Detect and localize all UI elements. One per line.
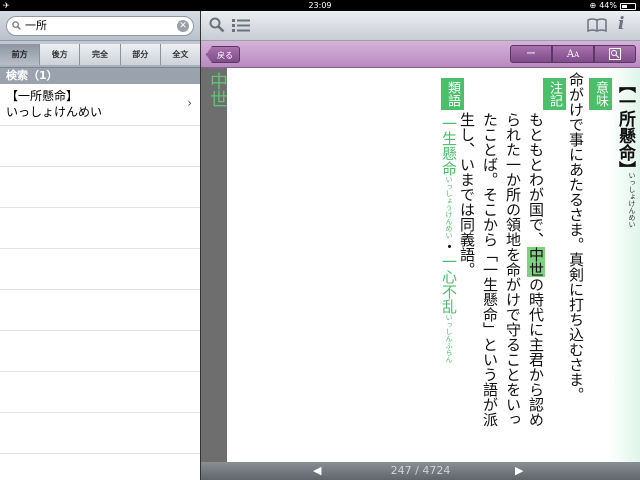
- headword-reading: いっしょけんめい: [628, 172, 636, 228]
- back-button[interactable]: 戻る: [206, 46, 240, 63]
- segment-0[interactable]: 前方: [0, 44, 41, 65]
- prev-page-icon[interactable]: ◀: [313, 462, 321, 480]
- search-value: 一所: [25, 19, 47, 32]
- font-size-icon: AA: [566, 49, 580, 60]
- empty-row: [0, 372, 200, 413]
- results-header: 検索（1）: [0, 68, 200, 84]
- status-bar: ✈ 23:09 ⊕ 44%: [0, 0, 640, 11]
- related-label: 類語: [441, 78, 464, 110]
- chevron-right-icon: ›: [187, 96, 192, 110]
- segment-4[interactable]: 全文: [160, 44, 200, 65]
- rotation-lock-icon: ⊕: [589, 1, 597, 10]
- status-time: 23:09: [308, 1, 332, 10]
- book-icon[interactable]: [587, 18, 607, 32]
- info-icon[interactable]: i: [618, 14, 624, 34]
- list-icon[interactable]: [232, 18, 250, 32]
- related-separator: ・: [440, 239, 458, 254]
- note-text: もともとわが国で、中世の時代に主君から認められた一か所の領地を命がけで守ることを…: [458, 112, 545, 427]
- zoom-icon: [609, 48, 621, 60]
- empty-row: [0, 290, 200, 331]
- side-word[interactable]: 中世: [204, 72, 230, 108]
- segment-3[interactable]: 部分: [120, 44, 161, 65]
- meaning-text: 命がけで事にあたるさま。真剣に打ち込むさま。: [567, 72, 585, 402]
- search-icon[interactable]: [209, 17, 225, 33]
- result-reading: いっしょけんめい: [6, 105, 103, 119]
- empty-row: [0, 454, 200, 480]
- page-indicator: 247 / 4724: [390, 464, 451, 477]
- empty-row: [0, 331, 200, 372]
- result-item[interactable]: 【一所懸命】 いっしょけんめい ›: [0, 84, 200, 126]
- battery-icon: [620, 3, 636, 10]
- search-bar: 一所 ✕: [0, 11, 200, 41]
- related-word-2-reading: いっしんふらん: [445, 314, 453, 363]
- empty-row: [0, 249, 200, 290]
- next-page-icon[interactable]: ▶: [515, 462, 523, 480]
- related-word-1[interactable]: 一生懸命: [440, 116, 458, 176]
- clear-icon[interactable]: ✕: [177, 20, 189, 32]
- empty-row: [0, 167, 200, 208]
- search-input[interactable]: 一所 ✕: [6, 16, 194, 36]
- related-word-2[interactable]: 一心不乱: [440, 254, 458, 314]
- font-size-button[interactable]: AA: [552, 45, 594, 63]
- empty-row: [0, 413, 200, 454]
- search-pane: 一所 ✕ 前方 後方 完全 部分 全文 検索（1） 【一所懸命】 いっしょけんめい ›: [0, 11, 200, 480]
- zoom-button[interactable]: [594, 45, 636, 63]
- result-headword: 【一所懸命】: [6, 89, 79, 103]
- segment-2[interactable]: 完全: [80, 44, 121, 65]
- segment-1[interactable]: 後方: [40, 44, 81, 65]
- entry-content: 中世 【一所懸命】 いっしょけんめい 意味 命がけで事にあたるさま。真剣に打ち込…: [201, 68, 640, 462]
- pager-bar: 247 / 4724 ◀ ▶: [201, 462, 640, 480]
- battery-percent: 44%: [599, 1, 617, 10]
- related-word-1-reading: いっしょうけんめい: [445, 176, 453, 239]
- reader-pane: i 戻る ー AA 中世 【一所懸命】 いっしょけんめい 意味 命がけで事にあた…: [201, 11, 640, 480]
- headword: 【一所懸命】: [615, 76, 635, 178]
- index-strip: 中世: [201, 68, 230, 462]
- collapse-button[interactable]: ー: [510, 45, 552, 63]
- reader-toolbar: i: [201, 11, 640, 41]
- search-mode-segments: 前方 後方 完全 部分 全文: [0, 41, 200, 68]
- meaning-label: 意味: [589, 78, 612, 110]
- empty-row: [0, 126, 200, 167]
- related-words: 一生懸命いっしょうけんめい・一心不乱いっしんふらん: [439, 116, 460, 363]
- empty-row: [0, 208, 200, 249]
- reader-nav-bar: 戻る ー AA: [201, 41, 640, 68]
- highlight-term[interactable]: 中世: [527, 247, 545, 277]
- search-icon: [12, 21, 21, 30]
